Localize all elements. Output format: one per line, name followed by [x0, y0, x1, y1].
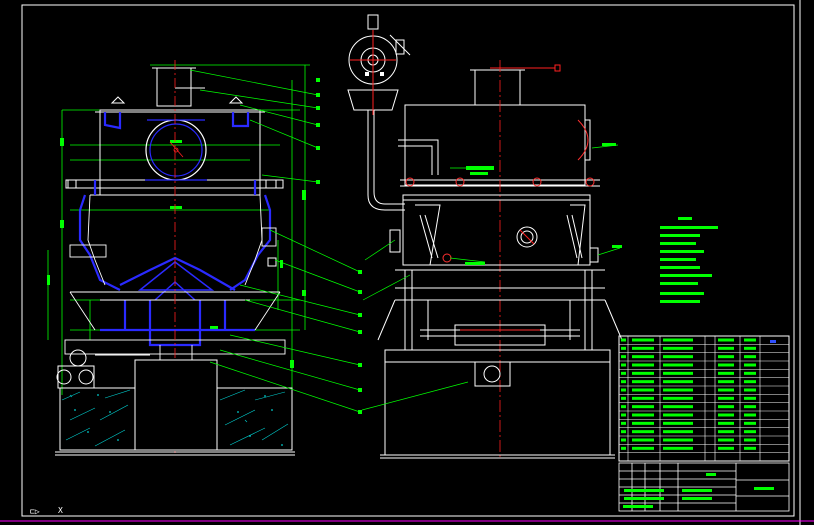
parts-list-cell — [663, 338, 693, 342]
parts-list-cell — [744, 363, 756, 367]
parts-list-cell — [621, 371, 626, 375]
parts-list-cell — [621, 396, 626, 400]
parts-list-cell — [663, 346, 693, 350]
parts-list-cell — [621, 421, 626, 425]
parts-list-cell — [718, 346, 734, 350]
parts-list-cell — [718, 355, 734, 359]
parts-list-cell — [718, 446, 734, 450]
parts-list-cell — [621, 430, 626, 434]
parts-list-cell — [744, 346, 756, 350]
parts-list-cell — [632, 355, 654, 359]
parts-list-cell — [632, 413, 654, 417]
ucs-icon: ⊏▷ — [30, 507, 40, 516]
parts-list-cell — [663, 413, 693, 417]
parts-list-cell — [632, 371, 654, 375]
parts-list-cell — [632, 446, 654, 450]
parts-list-cell — [663, 371, 693, 375]
parts-list-cell — [663, 405, 693, 409]
parts-list-cell — [718, 338, 734, 342]
parts-list-cell — [744, 371, 756, 375]
parts-list-cell — [718, 380, 734, 384]
parts-list-cell — [718, 413, 734, 417]
parts-list-cell — [621, 363, 626, 367]
parts-list-cell — [632, 405, 654, 409]
parts-list-cell — [663, 363, 693, 367]
parts-list-cell — [632, 338, 654, 342]
parts-list-cell — [744, 388, 756, 392]
parts-list-cell — [632, 380, 654, 384]
parts-list-cell — [718, 405, 734, 409]
parts-list-cell — [718, 363, 734, 367]
parts-list-cell — [718, 438, 734, 442]
parts-list-cell — [621, 355, 626, 359]
parts-list-cell — [632, 430, 654, 434]
parts-list-cell — [621, 446, 626, 450]
parts-list-cell — [663, 430, 693, 434]
parts-list-cell — [718, 430, 734, 434]
parts-list-cell — [744, 355, 756, 359]
parts-list-cell — [632, 396, 654, 400]
parts-list-cell — [621, 388, 626, 392]
parts-list-cell — [621, 438, 626, 442]
parts-list-cell — [718, 388, 734, 392]
parts-list-cell — [744, 446, 756, 450]
parts-list-cell — [663, 355, 693, 359]
parts-list-cell — [663, 438, 693, 442]
ucs-x-axis-label: X — [58, 506, 63, 515]
parts-list-cell — [744, 430, 756, 434]
parts-list-cell — [744, 338, 756, 342]
parts-list-cell — [663, 421, 693, 425]
parts-list-cell — [663, 380, 693, 384]
parts-list-cell — [663, 396, 693, 400]
parts-list-cell — [632, 421, 654, 425]
parts-list-cell — [744, 438, 756, 442]
parts-list-cell — [718, 396, 734, 400]
parts-list-cell — [621, 338, 626, 342]
cad-drawing-canvas[interactable] — [0, 0, 814, 525]
parts-list-cell — [718, 421, 734, 425]
parts-list-cell — [744, 396, 756, 400]
parts-list-cell — [632, 388, 654, 392]
parts-list-cell — [718, 371, 734, 375]
parts-list-cell — [744, 421, 756, 425]
parts-list-cell — [744, 405, 756, 409]
parts-list-cell — [744, 413, 756, 417]
parts-list-cell — [621, 405, 626, 409]
parts-list-cell — [621, 413, 626, 417]
parts-list-cell — [621, 380, 626, 384]
parts-list-cell — [632, 438, 654, 442]
parts-list-cell — [663, 388, 693, 392]
parts-list-cell — [632, 363, 654, 367]
parts-list-cell — [621, 346, 626, 350]
parts-list-cell — [632, 346, 654, 350]
parts-list-cell — [663, 446, 693, 450]
parts-list-cell — [744, 380, 756, 384]
